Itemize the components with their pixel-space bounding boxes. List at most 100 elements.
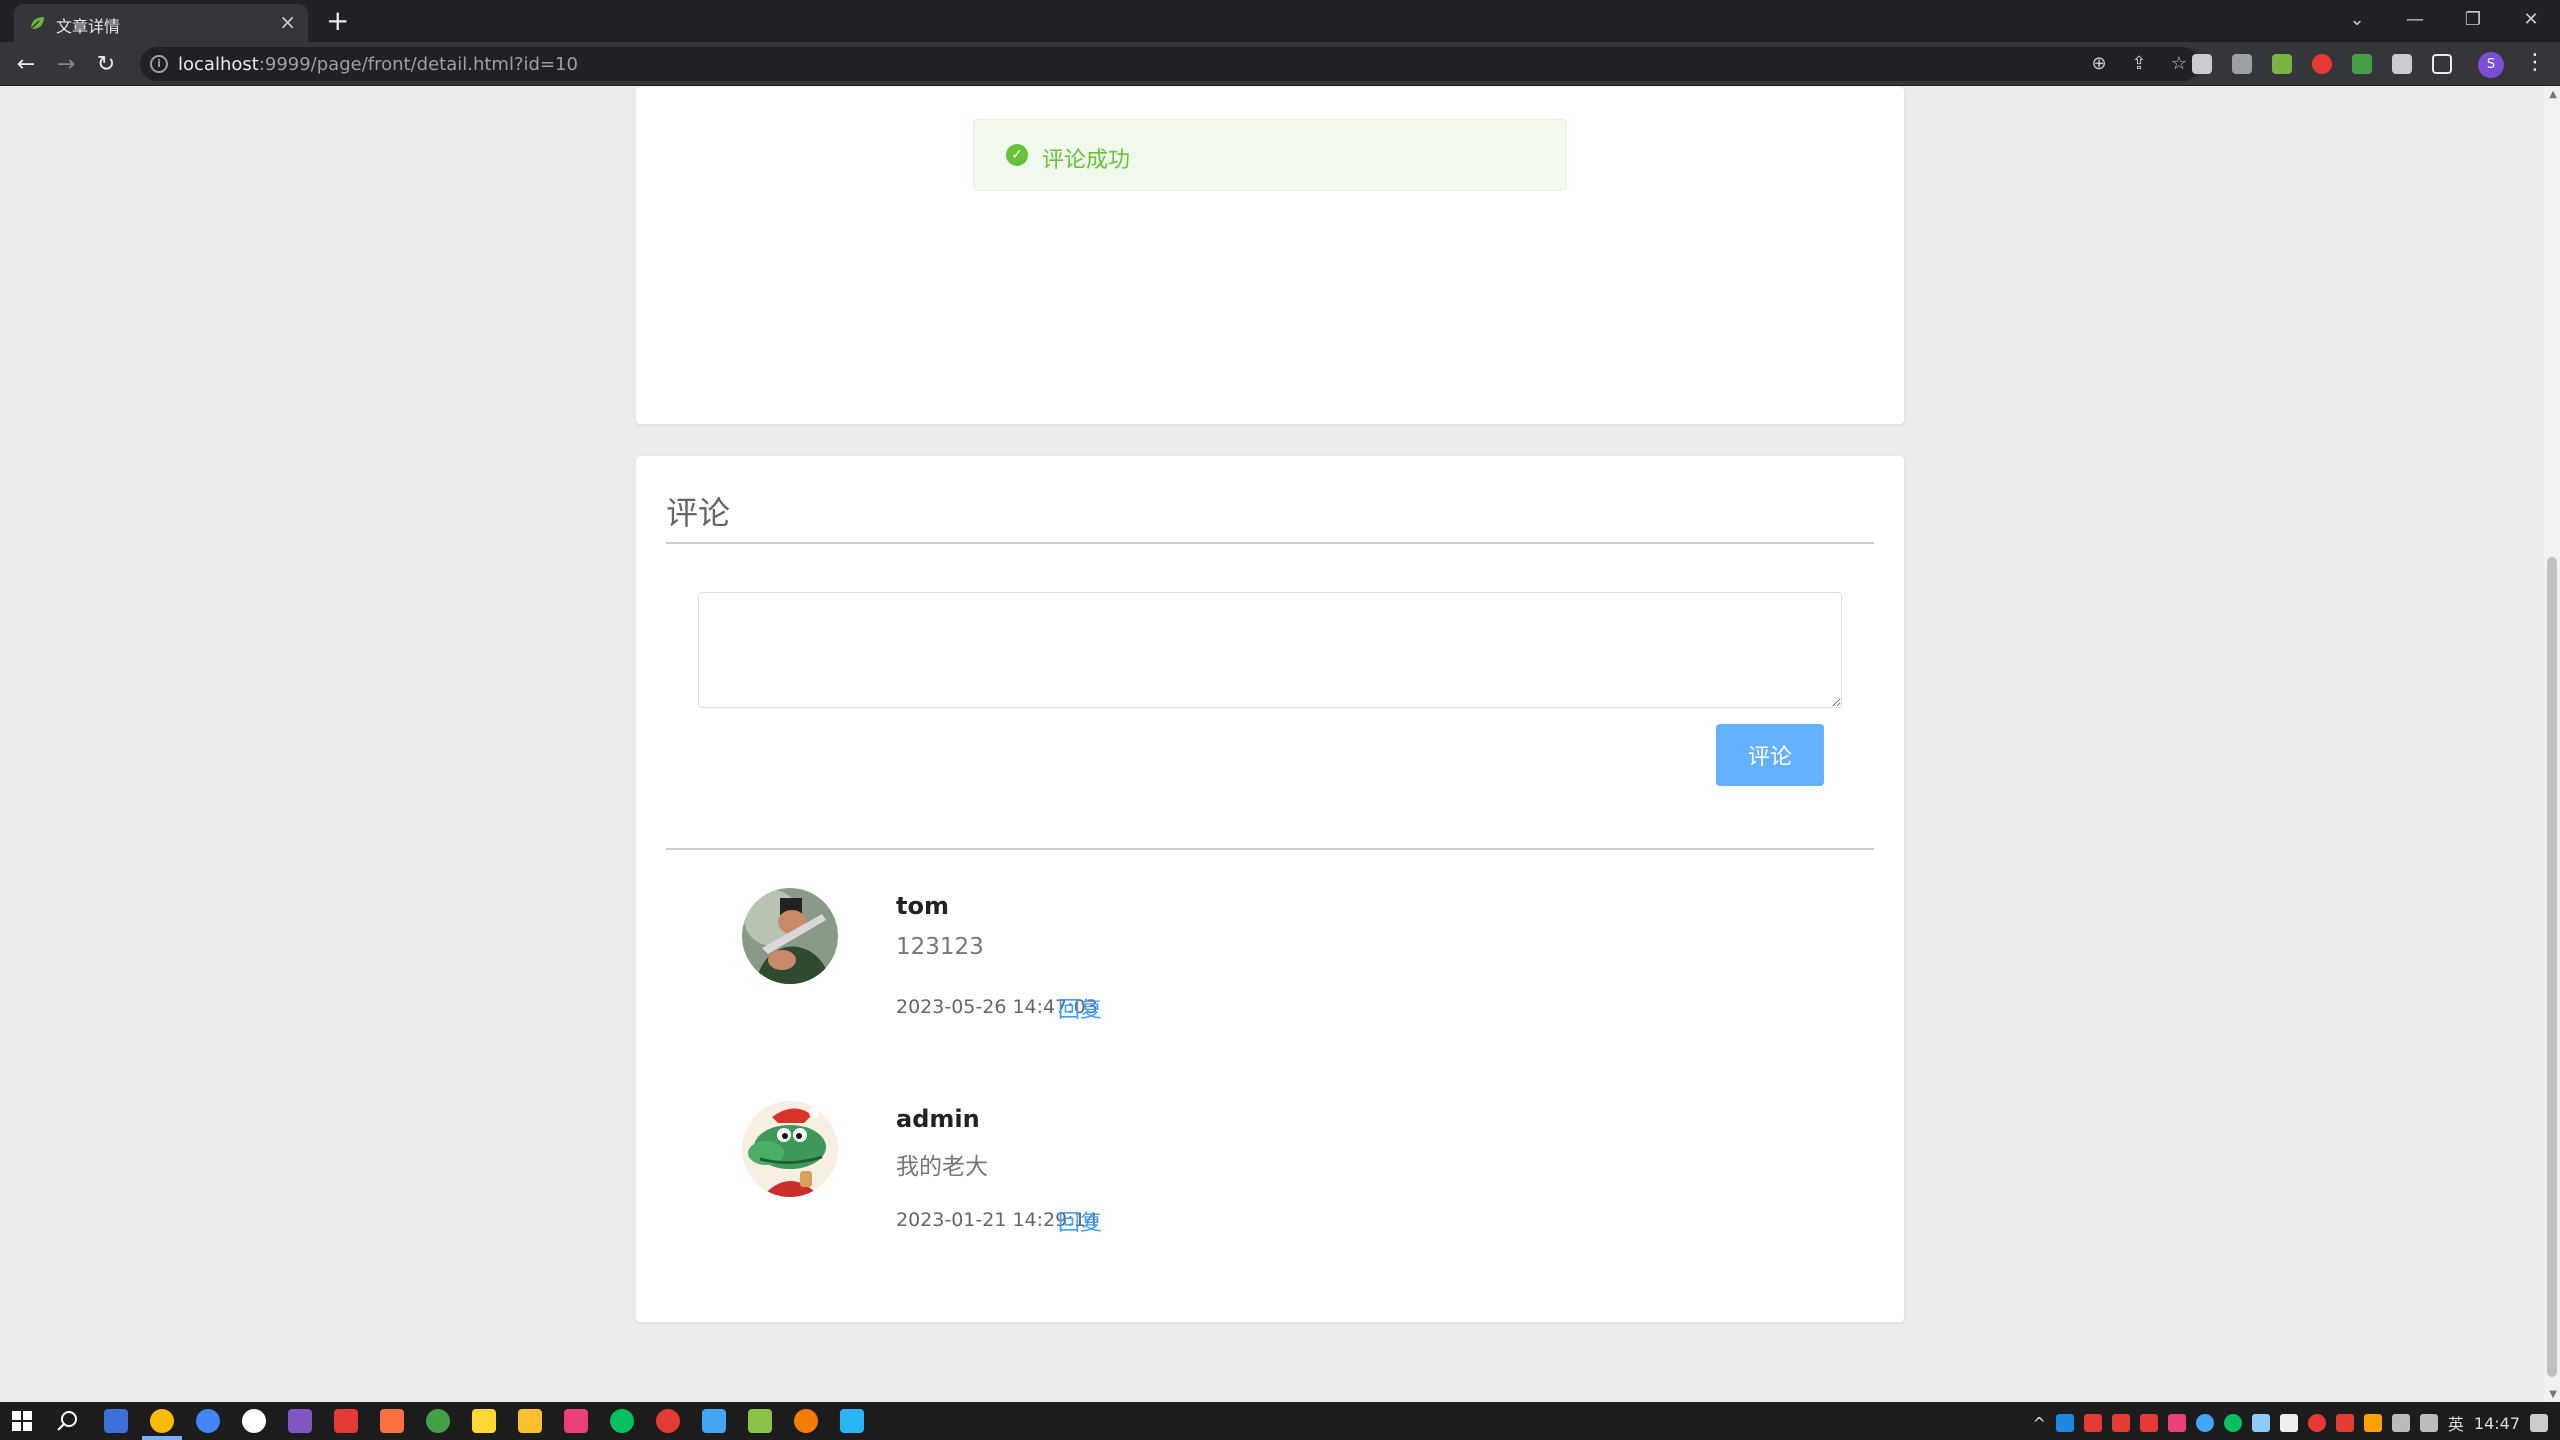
address-bar[interactable]: i localhost:9999/page/front/detail.html?… bbox=[140, 47, 2200, 81]
side-panel-icon[interactable] bbox=[2432, 54, 2452, 74]
office-app-icon[interactable] bbox=[334, 1409, 358, 1433]
leaf-icon bbox=[30, 17, 44, 30]
list-divider bbox=[666, 848, 1874, 850]
minimize-icon[interactable]: — bbox=[2386, 0, 2444, 38]
scroll-down-icon[interactable]: ▼ bbox=[2549, 1389, 2557, 1400]
windows-start-icon[interactable] bbox=[10, 1409, 34, 1433]
netease-music-app-icon[interactable] bbox=[656, 1409, 680, 1433]
toast-message: 评论成功 bbox=[1042, 148, 1131, 173]
url-text[interactable]: localhost:9999/page/front/detail.html?id… bbox=[178, 54, 578, 75]
folder-app-icon[interactable] bbox=[472, 1409, 496, 1433]
navicat-app-icon[interactable] bbox=[564, 1409, 588, 1433]
profile-avatar[interactable]: S bbox=[2478, 52, 2504, 78]
tray-app-icon[interactable] bbox=[2167, 1414, 2186, 1432]
site-info-icon[interactable]: i bbox=[150, 55, 168, 73]
tool-app-icon[interactable] bbox=[380, 1409, 404, 1433]
share-icon[interactable]: ⇪ bbox=[2128, 53, 2150, 74]
browser-toolbar: ← → ↻ i localhost:9999/page/front/detail… bbox=[0, 42, 2560, 86]
zoom-icon[interactable]: ⊕ bbox=[2088, 53, 2110, 74]
comment-item: admin 我的老大 2023-01-21 14:29:14 回复 bbox=[742, 1101, 1842, 1261]
scrollbar-thumb[interactable] bbox=[2547, 557, 2557, 1377]
tab-search-icon[interactable]: ⌄ bbox=[2328, 0, 2386, 38]
tray-app-icon[interactable] bbox=[2335, 1414, 2354, 1432]
comment-author: tom bbox=[896, 892, 949, 920]
tray-key-icon[interactable] bbox=[2363, 1414, 2382, 1432]
forward-icon[interactable]: → bbox=[52, 50, 80, 78]
tray-app-icon[interactable] bbox=[2083, 1414, 2102, 1432]
extension-icons bbox=[2192, 54, 2452, 74]
input-method-indicator[interactable]: 英 bbox=[2448, 1411, 2464, 1435]
tray-expand-icon[interactable]: ^ bbox=[2032, 1414, 2045, 1433]
browser-menu-icon[interactable]: ⋮ bbox=[2524, 50, 2546, 75]
comment-textarea[interactable] bbox=[698, 592, 1842, 708]
window-controls: ⌄ — ❐ ✕ bbox=[2328, 0, 2560, 42]
notification-icon[interactable] bbox=[2530, 1414, 2548, 1432]
restore-icon[interactable]: ❐ bbox=[2444, 0, 2502, 38]
chrome-app-icon[interactable] bbox=[150, 1409, 174, 1433]
extension-image-icon[interactable] bbox=[2272, 54, 2292, 74]
explorer-app-icon[interactable] bbox=[518, 1409, 542, 1433]
reply-link[interactable]: 回复 bbox=[1058, 992, 1102, 1024]
scroll-up-icon[interactable]: ▲ bbox=[2549, 89, 2557, 100]
tray-app-icon[interactable] bbox=[2055, 1414, 2074, 1432]
bookmark-star-icon[interactable]: ☆ bbox=[2168, 53, 2190, 74]
record-app-icon[interactable] bbox=[242, 1409, 266, 1433]
page-viewport: ✓ 评论成功 评论 评论 tom 123123 2023-05-26 14:47… bbox=[0, 87, 2560, 1402]
url-host: localhost bbox=[178, 54, 259, 75]
back-icon[interactable]: ← bbox=[12, 50, 40, 78]
tray-mic-icon[interactable] bbox=[2279, 1414, 2298, 1432]
extensions-puzzle-icon[interactable] bbox=[2392, 54, 2412, 74]
browser-app-icon[interactable] bbox=[196, 1409, 220, 1433]
extension-camera-icon[interactable] bbox=[2232, 54, 2252, 74]
tab-close-icon[interactable]: × bbox=[279, 10, 296, 34]
tray-app-icon[interactable] bbox=[2251, 1414, 2270, 1432]
comment-text: 123123 bbox=[896, 934, 984, 960]
tray-app-icon[interactable] bbox=[2307, 1414, 2326, 1432]
comment-text: 我的老大 bbox=[896, 1154, 988, 1180]
tray-app-icon[interactable] bbox=[2111, 1414, 2130, 1432]
new-tab-button[interactable]: + bbox=[326, 4, 349, 37]
tray-app-icon[interactable] bbox=[2139, 1414, 2158, 1432]
taskbar-clock[interactable]: 14:47 bbox=[2474, 1414, 2520, 1433]
chat-app-icon[interactable] bbox=[794, 1409, 818, 1433]
page-scrollbar[interactable]: ▲ ▼ bbox=[2544, 87, 2560, 1402]
title-divider bbox=[666, 542, 1874, 544]
reload-icon[interactable]: ↻ bbox=[92, 50, 120, 78]
wechat-app-icon[interactable] bbox=[610, 1409, 634, 1433]
reply-link[interactable]: 回复 bbox=[1058, 1205, 1102, 1237]
notepad-app-icon[interactable] bbox=[748, 1409, 772, 1433]
sync-app-icon[interactable] bbox=[426, 1409, 450, 1433]
browser-tab[interactable]: 文章详情 × bbox=[14, 4, 308, 42]
os-taskbar: ^ 英 14:47 bbox=[0, 1402, 2560, 1440]
omnibox-actions: ⊕ ⇪ ☆ bbox=[2088, 53, 2190, 74]
avatar bbox=[742, 1101, 838, 1197]
search-icon[interactable] bbox=[56, 1409, 80, 1433]
tray-network-icon[interactable] bbox=[2391, 1414, 2410, 1432]
tab-title: 文章详情 bbox=[56, 17, 121, 36]
url-path: :9999/page/front/detail.html?id=10 bbox=[258, 54, 578, 75]
ide-app-icon[interactable] bbox=[104, 1409, 128, 1433]
submit-comment-button[interactable]: 评论 bbox=[1716, 724, 1824, 786]
check-circle-icon: ✓ bbox=[1006, 144, 1028, 166]
extension-chat-icon[interactable] bbox=[2192, 54, 2212, 74]
monitor-app-icon[interactable] bbox=[288, 1409, 312, 1433]
crocodile-avatar-icon bbox=[742, 1101, 838, 1197]
vscode-app-icon[interactable] bbox=[840, 1409, 864, 1433]
tray-app-icon[interactable] bbox=[2195, 1414, 2214, 1432]
active-app-indicator bbox=[142, 1436, 182, 1440]
comment-item: tom 123123 2023-05-26 14:47:03 回复 bbox=[742, 888, 1842, 1048]
avatar bbox=[742, 888, 838, 984]
extension-shield-icon[interactable] bbox=[2312, 54, 2332, 74]
extension-leaf-icon[interactable] bbox=[2352, 54, 2372, 74]
tray-volume-icon[interactable] bbox=[2419, 1414, 2438, 1432]
comment-author: admin bbox=[896, 1105, 980, 1133]
close-window-icon[interactable]: ✕ bbox=[2502, 0, 2560, 38]
success-toast: ✓ 评论成功 bbox=[973, 119, 1567, 191]
system-tray: ^ 英 14:47 bbox=[2032, 1411, 2548, 1435]
user-photo-icon bbox=[742, 888, 838, 984]
browser-tabstrip: 文章详情 × + ⌄ — ❐ ✕ bbox=[0, 0, 2560, 42]
comments-card: 评论 评论 tom 123123 2023-05-26 14:47:03 回复 … bbox=[636, 456, 1904, 1322]
db-tool-app-icon[interactable] bbox=[702, 1409, 726, 1433]
tray-wechat-icon[interactable] bbox=[2223, 1414, 2242, 1432]
comments-title: 评论 bbox=[666, 494, 731, 532]
